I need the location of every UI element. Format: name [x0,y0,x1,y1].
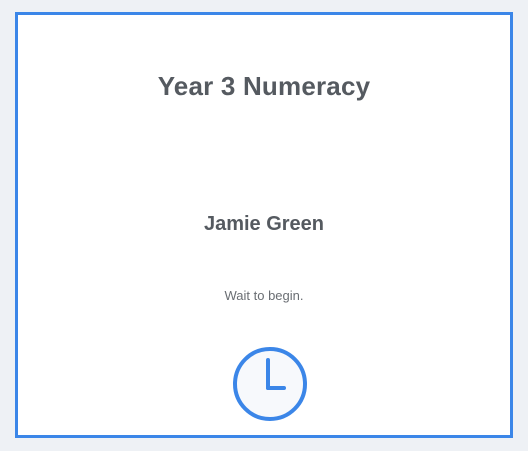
assessment-card: Year 3 Numeracy Jamie Green Wait to begi… [15,12,513,438]
waiting-screen: Year 3 Numeracy Jamie Green Wait to begi… [0,0,528,451]
student-name: Jamie Green [203,213,325,235]
clock-icon [230,344,310,424]
assessment-title: Year 3 Numeracy [157,71,371,101]
status-message: Wait to begin. [224,288,304,303]
